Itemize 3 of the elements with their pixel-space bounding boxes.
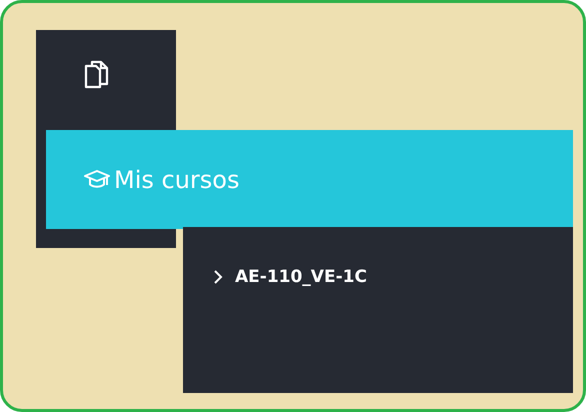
graduation-cap-icon (84, 168, 110, 190)
course-item[interactable]: AE-110_VE-1C (213, 267, 367, 287)
copy-icon[interactable] (84, 60, 110, 90)
